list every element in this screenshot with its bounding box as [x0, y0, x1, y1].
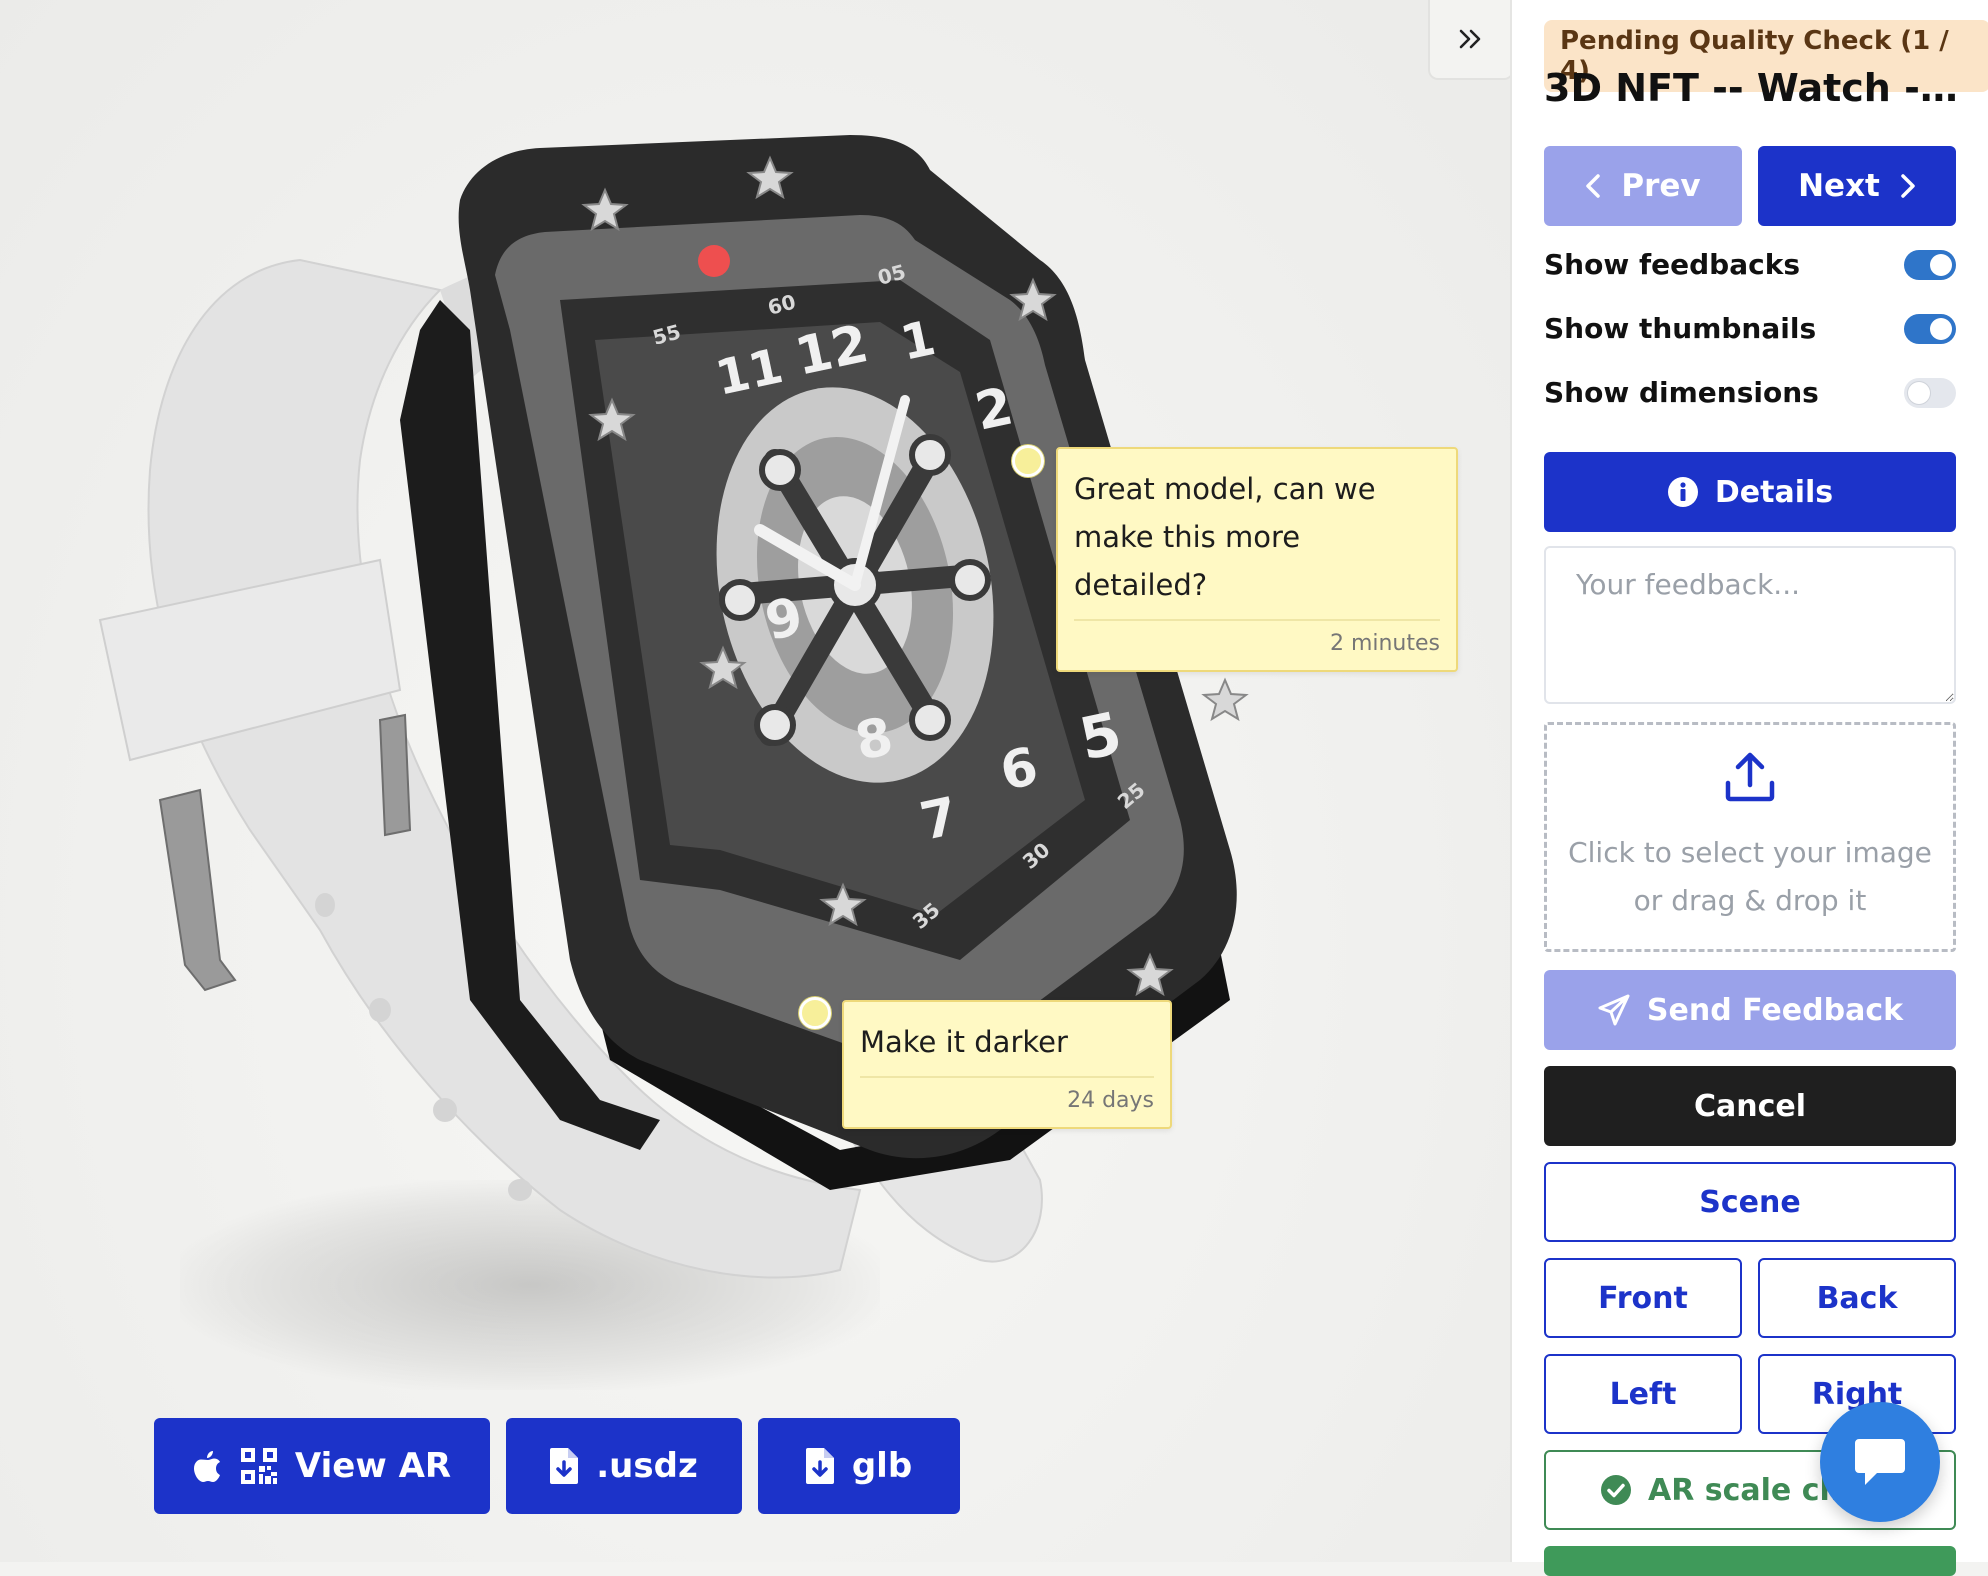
- show-feedbacks-toggle[interactable]: [1904, 249, 1956, 280]
- back-label: Back: [1816, 1280, 1898, 1316]
- feedback-note-text: Great model, can we make this more detai…: [1058, 449, 1456, 609]
- image-dropzone[interactable]: Click to select your image or drag & dro…: [1544, 722, 1956, 952]
- dropzone-text: Click to select your image or drag & dro…: [1568, 829, 1932, 925]
- ar-toolbar: View AR .usdz glb: [154, 1418, 960, 1514]
- view-ar-label: View AR: [294, 1446, 452, 1486]
- send-icon: [1598, 994, 1630, 1026]
- info-icon: [1667, 477, 1698, 507]
- toggle-row-thumbnails: Show thumbnails: [1544, 312, 1956, 345]
- apple-icon: [193, 1451, 220, 1482]
- feedback-note-line: Great model, can we: [1074, 472, 1376, 506]
- chevron-left-icon: [1586, 174, 1601, 198]
- chat-button[interactable]: [1820, 1402, 1940, 1522]
- toggle-label: Show feedbacks: [1544, 248, 1800, 281]
- review-sidebar: Pending Quality Check (1 / 4) 3D NFT -- …: [1510, 0, 1988, 1576]
- feedback-marker-red[interactable]: [698, 245, 730, 277]
- feedback-note-time: 2 minutes: [1329, 631, 1440, 656]
- feedback-textarea[interactable]: [1544, 546, 1956, 704]
- cancel-label: Cancel: [1693, 1088, 1807, 1124]
- feedback-note-2[interactable]: Make it darker 24 days: [842, 1000, 1172, 1129]
- dropzone-line: or drag & drop it: [1633, 884, 1867, 917]
- send-feedback-button[interactable]: Send Feedback: [1544, 970, 1956, 1050]
- left-view-button[interactable]: Left: [1544, 1354, 1742, 1434]
- details-button[interactable]: Details: [1544, 452, 1956, 532]
- glb-label: glb: [851, 1446, 913, 1486]
- download-usdz-button[interactable]: .usdz: [506, 1418, 742, 1514]
- front-label: Front: [1598, 1280, 1688, 1316]
- toggle-row-dimensions: Show dimensions: [1544, 376, 1956, 409]
- scene-view-button[interactable]: Scene: [1544, 1162, 1956, 1242]
- collapse-sidebar-button[interactable]: [1428, 0, 1510, 80]
- check-circle-icon: [1601, 1475, 1631, 1505]
- toggle-row-feedbacks: Show feedbacks: [1544, 248, 1956, 281]
- download-glb-button[interactable]: glb: [758, 1418, 960, 1514]
- front-view-button[interactable]: Front: [1544, 1258, 1742, 1338]
- feedback-marker-2[interactable]: [799, 997, 831, 1029]
- feedback-note-text: Make it darker: [860, 1025, 1068, 1059]
- feedback-marker-1[interactable]: [1012, 445, 1044, 477]
- pagination: Prev Next: [1544, 146, 1956, 226]
- usdz-label: .usdz: [596, 1446, 698, 1486]
- feedback-note-time: 24 days: [1067, 1088, 1154, 1113]
- show-thumbnails-toggle[interactable]: [1904, 313, 1956, 344]
- toggle-knob: [1930, 317, 1952, 340]
- send-feedback-label: Send Feedback: [1646, 992, 1904, 1028]
- scene-label: Scene: [1699, 1184, 1801, 1220]
- approve-button[interactable]: [1544, 1546, 1956, 1576]
- next-button[interactable]: Next: [1758, 146, 1956, 226]
- prev-label: Prev: [1621, 168, 1701, 204]
- view-ar-button[interactable]: View AR: [154, 1418, 490, 1514]
- feedback-note-line: make this more detailed?: [1074, 520, 1301, 602]
- next-label: Next: [1798, 168, 1880, 204]
- 3d-viewer[interactable]: 11 12 1 2 5 6 7 8 9 55 60 05 25 30 35 Gr…: [0, 0, 1510, 1562]
- toggle-label: Show dimensions: [1544, 376, 1819, 409]
- toggle-label: Show thumbnails: [1544, 312, 1817, 345]
- show-dimensions-toggle[interactable]: [1904, 377, 1956, 408]
- toggle-knob: [1908, 381, 1930, 404]
- details-label: Details: [1714, 474, 1834, 510]
- double-chevron-right-icon: [1459, 29, 1481, 49]
- back-view-button[interactable]: Back: [1758, 1258, 1956, 1338]
- dropzone-line: Click to select your image: [1568, 836, 1932, 869]
- file-download-icon: [805, 1448, 834, 1484]
- prev-button[interactable]: Prev: [1544, 146, 1742, 226]
- upload-icon: [1725, 752, 1775, 802]
- chat-icon: [1855, 1439, 1905, 1485]
- left-label: Left: [1609, 1376, 1677, 1412]
- feedback-note-1[interactable]: Great model, can we make this more detai…: [1056, 447, 1458, 672]
- watch-model[interactable]: 11 12 1 2 5 6 7 8 9 55 60 05 25 30 35: [60, 110, 1260, 1440]
- chevron-right-icon: [1901, 174, 1915, 198]
- file-download-icon: [550, 1448, 579, 1484]
- toggle-knob: [1930, 253, 1952, 276]
- qr-code-icon: [240, 1448, 277, 1484]
- page-title: 3D NFT -- Watch -- ...: [1544, 66, 1964, 110]
- cancel-button[interactable]: Cancel: [1544, 1066, 1956, 1146]
